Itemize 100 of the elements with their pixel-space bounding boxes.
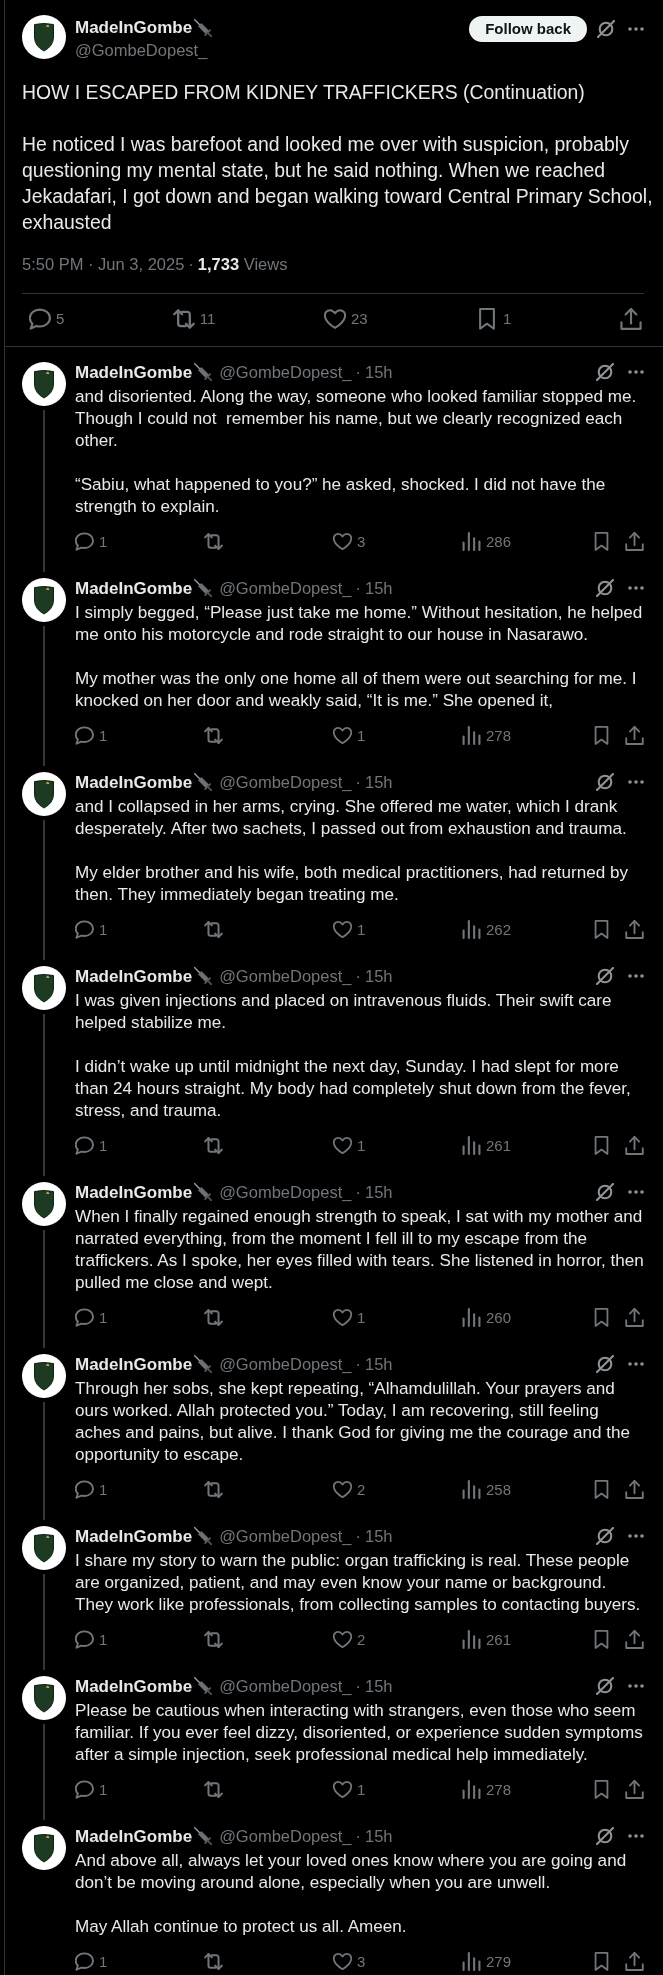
slashed-circle-icon[interactable] — [596, 363, 614, 381]
reply-button[interactable]: 1 — [75, 725, 108, 746]
views-button[interactable]: 258 — [462, 1479, 512, 1500]
repost-arrows-icon[interactable] — [204, 1136, 223, 1155]
views-button[interactable]: 278 — [462, 1779, 512, 1800]
more-icon[interactable] — [628, 27, 644, 31]
bookmark-icon[interactable] — [592, 726, 611, 745]
bookmark-icon[interactable] — [592, 1630, 611, 1649]
bookmark-icon[interactable] — [592, 532, 611, 551]
views-button[interactable]: 261 — [462, 1135, 512, 1156]
share-icon[interactable] — [625, 726, 644, 745]
shield-avatar-icon[interactable] — [22, 1181, 66, 1226]
repost-button[interactable]: 11 — [172, 307, 216, 330]
timestamp[interactable]: 15h — [364, 1825, 393, 1847]
bookmark-icon[interactable] — [592, 1308, 611, 1327]
timestamp[interactable]: 15h — [364, 965, 393, 987]
views-button[interactable]: 278 — [462, 725, 512, 746]
reply-button[interactable]: 1 — [75, 1951, 108, 1972]
username[interactable]: @GombeDopest_ — [219, 1181, 352, 1203]
views-button[interactable]: 286 — [462, 531, 512, 552]
share-icon[interactable] — [625, 1952, 644, 1971]
display-name[interactable]: MadeInGombe — [75, 1675, 193, 1697]
reply-button[interactable]: 1 — [75, 1779, 108, 1800]
like-button[interactable]: 1 — [333, 725, 366, 746]
bookmark-icon[interactable] — [592, 1780, 611, 1799]
username[interactable]: @GombeDopest_ — [219, 361, 352, 383]
timestamp[interactable]: 15h — [364, 577, 393, 599]
bookmark-button[interactable]: 1 — [476, 307, 512, 330]
display-name[interactable]: MadeInGombe — [75, 965, 193, 987]
like-button[interactable]: 1 — [333, 1135, 366, 1156]
more-icon[interactable] — [628, 974, 644, 978]
like-button[interactable]: 1 — [333, 919, 366, 940]
reply-button[interactable]: 5 — [29, 307, 65, 330]
like-button[interactable]: 1 — [333, 1307, 366, 1328]
reply-button[interactable]: 1 — [75, 1307, 108, 1328]
display-name[interactable]: MadeInGombe — [75, 1825, 193, 1847]
slashed-circle-icon[interactable] — [596, 967, 614, 985]
username[interactable]: @GombeDopest_ — [219, 1675, 352, 1697]
display-name[interactable]: MadeInGombe — [75, 577, 193, 599]
like-button[interactable]: 2 — [333, 1479, 366, 1500]
timestamp[interactable]: 15h — [364, 1353, 393, 1375]
views-button[interactable]: 261 — [462, 1629, 512, 1650]
display-name[interactable]: MadeInGombe — [75, 361, 193, 383]
share-icon[interactable] — [625, 532, 644, 551]
reply-button[interactable]: 1 — [75, 919, 108, 940]
display-name[interactable]: MadeInGombe — [75, 1353, 193, 1375]
share-icon[interactable] — [625, 1308, 644, 1327]
slashed-circle-icon[interactable] — [596, 1677, 614, 1695]
slashed-circle-icon[interactable] — [596, 1355, 614, 1373]
views-button[interactable]: 279 — [462, 1951, 512, 1972]
like-button[interactable]: 23 — [323, 307, 368, 330]
like-button[interactable]: 3 — [333, 531, 366, 552]
like-button[interactable]: 1 — [333, 1779, 366, 1800]
share-icon[interactable] — [625, 1630, 644, 1649]
repost-arrows-icon[interactable] — [204, 1480, 223, 1499]
shield-avatar-icon[interactable] — [22, 1675, 66, 1720]
repost-arrows-icon[interactable] — [204, 1952, 223, 1971]
reply-button[interactable]: 1 — [75, 1479, 108, 1500]
username[interactable]: @GombeDopest_ — [219, 771, 352, 793]
slashed-circle-icon[interactable] — [596, 1827, 614, 1845]
timestamp[interactable]: 5:50 PM · Jun 3, 2025 — [22, 253, 185, 274]
more-icon[interactable] — [628, 586, 644, 590]
share-icon[interactable] — [625, 1780, 644, 1799]
shield-avatar-icon[interactable] — [22, 965, 66, 1010]
more-icon[interactable] — [628, 1534, 644, 1538]
repost-arrows-icon[interactable] — [204, 1630, 223, 1649]
username[interactable]: @GombeDopest_ — [219, 577, 352, 599]
repost-arrows-icon[interactable] — [204, 1308, 223, 1327]
shield-avatar-icon[interactable] — [22, 1825, 66, 1870]
more-icon[interactable] — [628, 1684, 644, 1688]
follow-back-button[interactable]: Follow back — [469, 16, 587, 42]
reply-button[interactable]: 1 — [75, 531, 108, 552]
like-button[interactable]: 2 — [333, 1629, 366, 1650]
username[interactable]: @GombeDopest_ — [75, 38, 208, 61]
repost-arrows-icon[interactable] — [204, 726, 223, 745]
display-name[interactable]: MadeInGombe — [75, 16, 193, 39]
bookmark-icon[interactable] — [592, 1480, 611, 1499]
more-icon[interactable] — [628, 1190, 644, 1194]
views-button[interactable]: 260 — [462, 1307, 512, 1328]
more-icon[interactable] — [628, 1362, 644, 1366]
display-name[interactable]: MadeInGombe — [75, 771, 193, 793]
shield-avatar-icon[interactable] — [22, 1525, 66, 1570]
timestamp[interactable]: 15h — [364, 1675, 393, 1697]
slashed-circle-icon[interactable] — [596, 773, 614, 791]
slashed-circle-icon[interactable] — [596, 1527, 614, 1545]
timestamp[interactable]: 15h — [364, 361, 393, 383]
slashed-circle-icon[interactable] — [597, 20, 615, 38]
shield-avatar-icon[interactable] — [22, 577, 66, 622]
timestamp[interactable]: 15h — [364, 1181, 393, 1203]
shield-avatar-icon[interactable] — [22, 771, 66, 816]
slashed-circle-icon[interactable] — [596, 1183, 614, 1201]
display-name[interactable]: MadeInGombe — [75, 1181, 193, 1203]
share-icon[interactable] — [625, 1136, 644, 1155]
like-button[interactable]: 3 — [333, 1951, 366, 1972]
shield-avatar-icon[interactable] — [22, 361, 66, 406]
bookmark-icon[interactable] — [592, 920, 611, 939]
timestamp[interactable]: 15h — [364, 1525, 393, 1547]
more-icon[interactable] — [628, 1834, 644, 1838]
slashed-circle-icon[interactable] — [596, 579, 614, 597]
views-button[interactable]: 262 — [462, 919, 512, 940]
